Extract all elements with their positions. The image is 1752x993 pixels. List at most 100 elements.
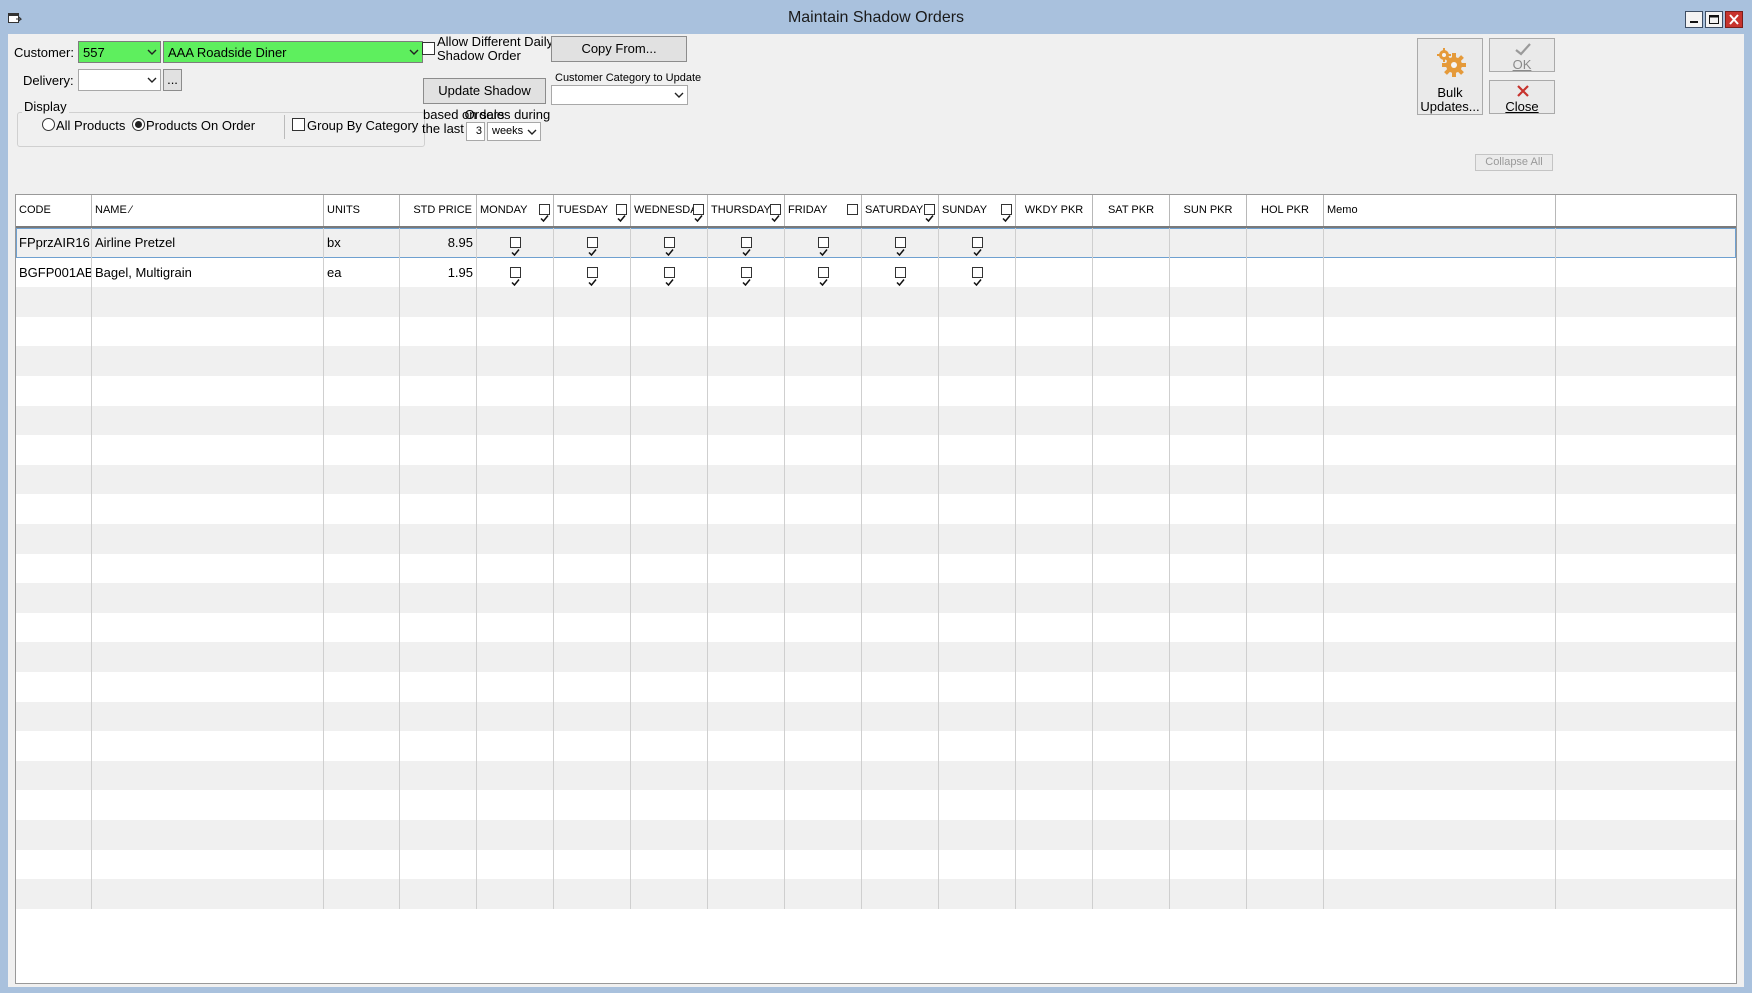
cell-memo[interactable] bbox=[1324, 316, 1556, 347]
column-header-fri[interactable]: FRIDAY bbox=[785, 195, 862, 226]
cell-satpkr[interactable] bbox=[1093, 820, 1170, 850]
cell-code[interactable] bbox=[16, 612, 92, 643]
cell-units[interactable] bbox=[324, 346, 400, 376]
cell-satpkr[interactable] bbox=[1093, 316, 1170, 347]
cell-fri[interactable] bbox=[785, 464, 862, 495]
cell-mon[interactable] bbox=[477, 228, 554, 258]
cell-sat[interactable] bbox=[862, 849, 939, 880]
cell-sun[interactable] bbox=[939, 316, 1016, 347]
cell-wed[interactable] bbox=[631, 849, 708, 880]
cell-wkdy[interactable] bbox=[1016, 464, 1093, 495]
cell-price[interactable] bbox=[400, 494, 477, 524]
cell-thu[interactable] bbox=[708, 642, 785, 672]
cell-price[interactable] bbox=[400, 553, 477, 584]
cell-wed[interactable] bbox=[631, 435, 708, 465]
cell-wed[interactable] bbox=[631, 731, 708, 761]
cell-tue[interactable] bbox=[554, 376, 631, 406]
cell-mon[interactable] bbox=[477, 849, 554, 880]
customer-name-combo[interactable]: AAA Roadside Diner bbox=[163, 41, 423, 63]
cell-tue[interactable] bbox=[554, 642, 631, 672]
cell-wkdy[interactable] bbox=[1016, 376, 1093, 406]
cell-code[interactable] bbox=[16, 435, 92, 465]
cell-sat[interactable] bbox=[862, 376, 939, 406]
cell-thu[interactable] bbox=[708, 849, 785, 880]
day-checkbox-thu[interactable] bbox=[740, 237, 752, 257]
table-row[interactable] bbox=[16, 849, 1736, 880]
column-header-price[interactable]: STD PRICE bbox=[400, 195, 477, 226]
cell-fri[interactable] bbox=[785, 583, 862, 613]
cell-name[interactable] bbox=[92, 346, 324, 376]
cell-holpkr[interactable] bbox=[1247, 790, 1324, 820]
cell-thu[interactable] bbox=[708, 553, 785, 584]
cell-fri[interactable] bbox=[785, 849, 862, 880]
cell-mon[interactable] bbox=[477, 790, 554, 820]
cell-price[interactable]: 1.95 bbox=[400, 257, 477, 288]
customer-code-combo[interactable]: 557 bbox=[78, 41, 161, 63]
cell-satpkr[interactable] bbox=[1093, 583, 1170, 613]
cell-sat[interactable] bbox=[862, 879, 939, 909]
cell-wkdy[interactable] bbox=[1016, 760, 1093, 791]
cell-code[interactable] bbox=[16, 316, 92, 347]
cell-name[interactable] bbox=[92, 731, 324, 761]
cell-name[interactable] bbox=[92, 849, 324, 880]
cell-tue[interactable] bbox=[554, 346, 631, 376]
cell-name[interactable] bbox=[92, 790, 324, 820]
cell-code[interactable] bbox=[16, 583, 92, 613]
column-header-sun[interactable]: SUNDAY bbox=[939, 195, 1016, 226]
cell-sun[interactable] bbox=[939, 583, 1016, 613]
cell-sat[interactable] bbox=[862, 642, 939, 672]
cell-sunpkr[interactable] bbox=[1170, 553, 1247, 584]
column-header-wed[interactable]: WEDNESDAY bbox=[631, 195, 708, 226]
cell-price[interactable] bbox=[400, 820, 477, 850]
cell-units[interactable] bbox=[324, 790, 400, 820]
cell-satpkr[interactable] bbox=[1093, 553, 1170, 584]
cell-wed[interactable] bbox=[631, 464, 708, 495]
cell-sunpkr[interactable] bbox=[1170, 879, 1247, 909]
cell-units[interactable] bbox=[324, 316, 400, 347]
cell-name[interactable] bbox=[92, 287, 324, 317]
cell-name[interactable] bbox=[92, 494, 324, 524]
weeks-unit-combo[interactable]: weeks bbox=[487, 122, 541, 141]
column-header-holpkr[interactable]: HOL PKR bbox=[1247, 195, 1324, 226]
cell-code[interactable] bbox=[16, 820, 92, 850]
table-row[interactable] bbox=[16, 790, 1736, 820]
cell-mon[interactable] bbox=[477, 760, 554, 791]
cell-satpkr[interactable] bbox=[1093, 346, 1170, 376]
cell-tue[interactable] bbox=[554, 553, 631, 584]
cell-wed[interactable] bbox=[631, 553, 708, 584]
cell-name[interactable] bbox=[92, 701, 324, 732]
cell-sun[interactable] bbox=[939, 879, 1016, 909]
cell-wed[interactable] bbox=[631, 701, 708, 732]
cell-sat[interactable] bbox=[862, 464, 939, 495]
cell-holpkr[interactable] bbox=[1247, 287, 1324, 317]
table-row[interactable] bbox=[16, 583, 1736, 613]
cell-satpkr[interactable] bbox=[1093, 524, 1170, 554]
cell-sun[interactable] bbox=[939, 524, 1016, 554]
cell-fri[interactable] bbox=[785, 760, 862, 791]
cell-mon[interactable] bbox=[477, 494, 554, 524]
cell-wkdy[interactable] bbox=[1016, 790, 1093, 820]
cell-thu[interactable] bbox=[708, 464, 785, 495]
cell-wed[interactable] bbox=[631, 405, 708, 436]
cell-sunpkr[interactable] bbox=[1170, 760, 1247, 791]
day-checkbox-wed[interactable] bbox=[663, 237, 675, 257]
cell-sunpkr[interactable] bbox=[1170, 583, 1247, 613]
day-checkbox-sat[interactable] bbox=[894, 237, 906, 257]
cell-units[interactable] bbox=[324, 849, 400, 880]
cell-fri[interactable] bbox=[785, 553, 862, 584]
cell-wed[interactable] bbox=[631, 287, 708, 317]
cell-wed[interactable] bbox=[631, 257, 708, 288]
day-checkbox-fri[interactable] bbox=[817, 237, 829, 257]
table-row[interactable] bbox=[16, 672, 1736, 702]
cell-sunpkr[interactable] bbox=[1170, 435, 1247, 465]
cell-wed[interactable] bbox=[631, 494, 708, 524]
cell-memo[interactable] bbox=[1324, 790, 1556, 820]
cell-code[interactable] bbox=[16, 405, 92, 436]
cell-fri[interactable] bbox=[785, 642, 862, 672]
day-checkbox-sat[interactable] bbox=[894, 266, 906, 286]
cell-holpkr[interactable] bbox=[1247, 435, 1324, 465]
cell-sun[interactable] bbox=[939, 494, 1016, 524]
cell-tue[interactable] bbox=[554, 287, 631, 317]
cell-sun[interactable] bbox=[939, 790, 1016, 820]
cell-tue[interactable] bbox=[554, 494, 631, 524]
